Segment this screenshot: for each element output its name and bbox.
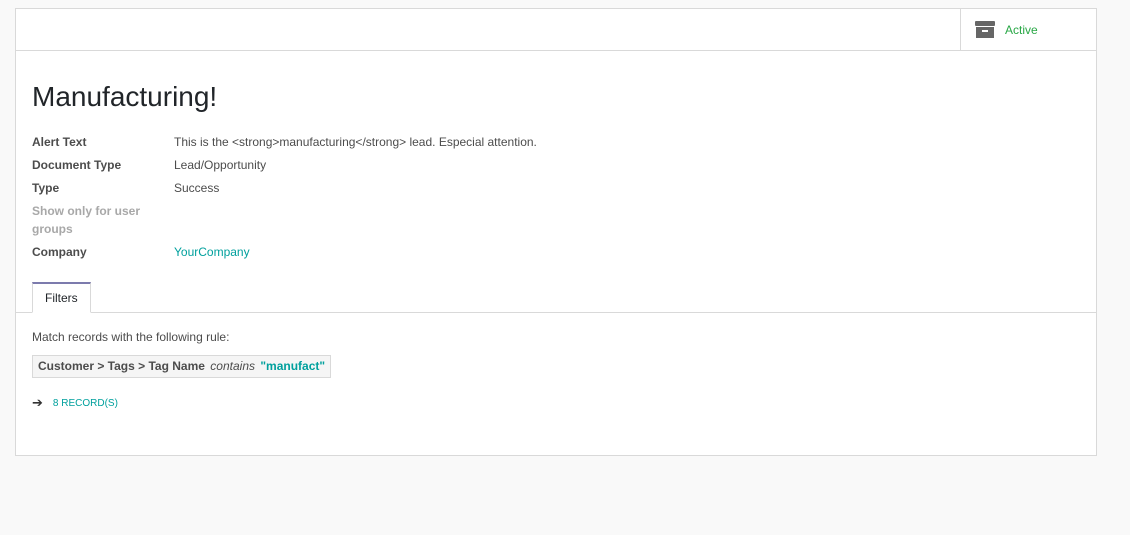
record-title: Manufacturing! <box>32 81 218 112</box>
field-label: Company <box>32 245 87 259</box>
field-label: Show only for user groups <box>32 204 141 236</box>
field-value-type: Success <box>174 181 220 195</box>
active-label: Active <box>1005 22 1038 37</box>
rule-text: Match records with the following rule: <box>32 330 230 344</box>
domain-operator: contains <box>210 359 255 373</box>
field-group: Alert Text This is the <strong>manufactu… <box>32 133 1032 266</box>
field-row-alert-text: Alert Text This is the <strong>manufactu… <box>32 133 1032 151</box>
field-row-company: Company YourCompany <box>32 243 1032 261</box>
button-box: Active <box>16 9 1096 51</box>
records-count: 8 RECORD(S) <box>52 397 118 409</box>
records-link[interactable]: ➔ 8 RECORD(S) <box>32 395 118 411</box>
tab-filters[interactable]: Filters <box>32 282 91 313</box>
field-row-user-groups: Show only for user groups <box>32 202 1032 238</box>
notebook-tabs: Filters <box>16 282 1096 313</box>
arrow-right-icon: ➔ <box>32 395 43 410</box>
field-row-type: Type Success <box>32 179 1032 197</box>
domain-value: "manufact" <box>260 359 326 373</box>
domain-path: Customer > Tags > Tag Name <box>38 359 205 373</box>
domain-rule: Customer > Tags > Tag Name contains "man… <box>32 355 332 378</box>
field-row-document-type: Document Type Lead/Opportunity <box>32 156 1032 174</box>
field-label: Type <box>32 181 60 195</box>
field-label: Document Type <box>32 158 122 172</box>
field-label: Alert Text <box>32 135 87 149</box>
company-link[interactable]: YourCompany <box>174 243 250 261</box>
active-toggle-button[interactable]: Active <box>960 9 1096 50</box>
field-value-document-type: Lead/Opportunity <box>174 158 267 172</box>
form-sheet: Active Manufacturing! Alert Text This is… <box>15 8 1097 456</box>
archive-icon <box>975 21 995 38</box>
field-value-alert-text: This is the <strong>manufacturing</stron… <box>174 135 537 149</box>
